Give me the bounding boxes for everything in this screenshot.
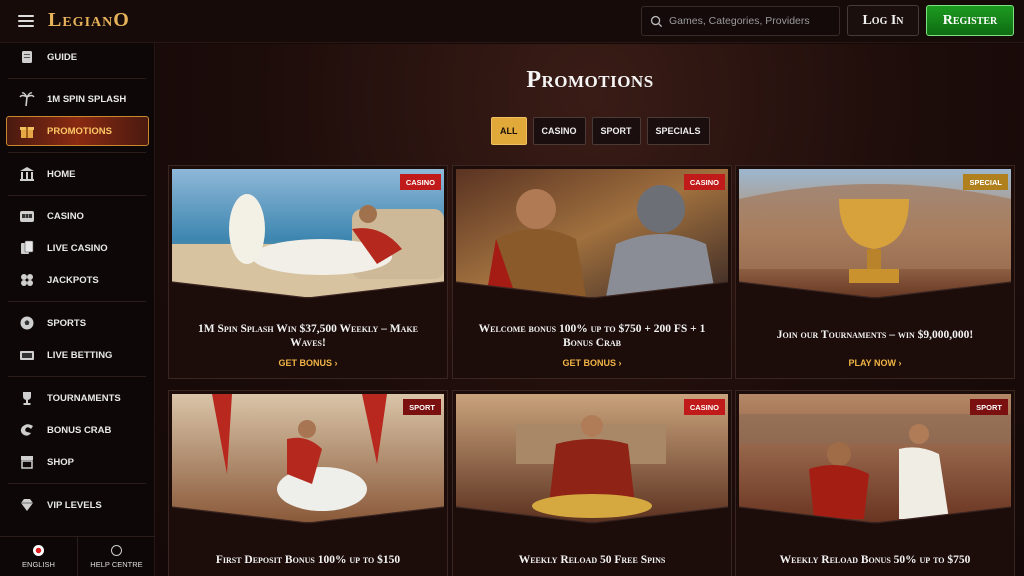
- sidebar-item-live-betting[interactable]: Live Betting: [0, 341, 155, 369]
- sidebar-item-sports[interactable]: Sports: [0, 309, 155, 337]
- search-input[interactable]: [669, 15, 834, 27]
- sidebar-footer: ENGLISH HELP CENTRE: [0, 536, 155, 576]
- sidebar-item-label: Guide: [47, 51, 78, 63]
- help-centre-button[interactable]: HELP CENTRE: [77, 537, 155, 576]
- sidebar-item-label: Bonus Crab: [47, 424, 112, 436]
- sidebar-divider: [8, 483, 146, 484]
- filter-specials[interactable]: SPECIALS: [646, 117, 710, 145]
- category-badge: SPORT: [403, 399, 441, 415]
- sidebar-item-jackpots[interactable]: Jackpots: [0, 266, 155, 294]
- brand-logo[interactable]: LegianO: [48, 9, 130, 32]
- category-badge: CASINO: [683, 399, 725, 415]
- sidebar-divider: [8, 195, 146, 196]
- sidebar-item-label: Shop: [47, 456, 74, 468]
- sidebar-item-label: Promotions: [47, 125, 112, 137]
- filter-tabs: ALL CASINO SPORT SPECIALS: [491, 117, 710, 145]
- sidebar-item-bonus-crab[interactable]: Bonus Crab: [0, 416, 155, 444]
- shop-icon: [18, 453, 36, 471]
- filter-sport[interactable]: SPORT: [591, 117, 641, 145]
- login-button[interactable]: Log In: [847, 5, 919, 36]
- promo-card[interactable]: CASINO 1M Spin Splash Win $37,500 Weekly…: [168, 165, 448, 379]
- sidebar-item-guide[interactable]: Guide: [0, 43, 155, 71]
- sidebar-item-label: Live Betting: [47, 349, 113, 361]
- filter-all[interactable]: ALL: [491, 117, 527, 145]
- card-divider-ornament: [456, 506, 728, 527]
- soccer-ball-icon: [18, 314, 36, 332]
- sidebar-divider: [8, 152, 146, 153]
- category-badge: CASINO: [399, 174, 441, 190]
- promo-card[interactable]: SPORT First Deposit Bonus 100% up to $15…: [168, 390, 448, 576]
- sidebar-item-promotions[interactable]: Promotions: [6, 116, 149, 146]
- slot-machine-icon: [18, 207, 36, 225]
- promo-title: Join our Tournaments – win $9,000,000!: [776, 329, 974, 341]
- sidebar: Guide 1M Spin Splash Promotions Home Cas…: [0, 43, 155, 576]
- help-label: HELP CENTRE: [90, 559, 143, 569]
- register-button[interactable]: Register: [926, 5, 1014, 36]
- card-divider-ornament: [172, 281, 444, 302]
- promo-title: First Deposit Bonus 100% up to $150: [215, 554, 401, 566]
- canada-flag-icon: [33, 544, 44, 556]
- trophy-icon: [18, 389, 36, 407]
- category-badge: CASINO: [683, 174, 725, 190]
- crab-claw-icon: [18, 421, 36, 439]
- sidebar-item-shop[interactable]: Shop: [0, 448, 155, 476]
- promo-card[interactable]: CASINO Weekly Reload 50 Free Spins: [452, 390, 732, 576]
- search-icon: [650, 15, 663, 27]
- clover-icon: [18, 271, 36, 289]
- get-bonus-link[interactable]: GET BONUS ›: [453, 358, 731, 368]
- sidebar-item-1m-spin-splash[interactable]: 1M Spin Splash: [0, 85, 155, 113]
- play-now-link[interactable]: PLAY NOW ›: [736, 358, 1014, 368]
- sidebar-item-label: VIP Levels: [47, 499, 102, 511]
- sidebar-item-live-casino[interactable]: Live Casino: [0, 234, 155, 262]
- promo-card[interactable]: SPECIAL Join our Tournaments – win $9,00…: [735, 165, 1015, 379]
- sidebar-item-label: 1M Spin Splash: [47, 93, 127, 105]
- live-tv-icon: [18, 346, 36, 364]
- sidebar-divider: [8, 78, 146, 79]
- sidebar-item-vip-levels[interactable]: VIP Levels: [0, 491, 155, 519]
- promo-title: 1M Spin Splash Win $37,500 Weekly – Make…: [197, 323, 419, 349]
- category-badge: SPECIAL: [963, 174, 1008, 190]
- card-divider-ornament: [739, 506, 1011, 527]
- sidebar-item-label: Home: [47, 168, 76, 180]
- filter-casino[interactable]: CASINO: [532, 117, 586, 145]
- hamburger-menu-icon[interactable]: [18, 15, 34, 27]
- sidebar-item-label: Sports: [47, 317, 87, 329]
- card-divider-ornament: [172, 506, 444, 527]
- sidebar-item-label: Jackpots: [47, 274, 99, 286]
- promo-card[interactable]: CASINO Welcome bonus 100% up to $750 + 2…: [452, 165, 732, 379]
- sidebar-item-label: Tournaments: [47, 392, 121, 404]
- card-divider-ornament: [456, 281, 728, 302]
- promo-card[interactable]: SPORT Weekly Reload Bonus 50% up to $750: [735, 390, 1015, 576]
- get-bonus-link[interactable]: GET BONUS ›: [169, 358, 447, 368]
- cards-icon: [18, 239, 36, 257]
- help-icon: [111, 544, 122, 556]
- sidebar-divider: [8, 301, 146, 302]
- sidebar-item-label: Casino: [47, 210, 84, 222]
- scroll-icon: [18, 48, 36, 66]
- main-content: Promotions ALL CASINO SPORT SPECIALS CAS…: [156, 44, 1024, 576]
- temple-icon: [18, 165, 36, 183]
- search-box[interactable]: [641, 6, 840, 36]
- sidebar-divider: [8, 376, 146, 377]
- card-divider-ornament: [739, 281, 1011, 302]
- promo-title: Weekly Reload Bonus 50% up to $750: [779, 554, 971, 566]
- sidebar-item-label: Live Casino: [47, 242, 108, 254]
- promo-title: Welcome bonus 100% up to $750 + 200 FS +…: [478, 323, 706, 349]
- language-button[interactable]: ENGLISH: [0, 537, 77, 576]
- sidebar-item-casino[interactable]: Casino: [0, 202, 155, 230]
- top-header: LegianO Log In Register: [0, 0, 1024, 43]
- sidebar-item-home[interactable]: Home: [0, 160, 155, 188]
- diamond-icon: [18, 496, 36, 514]
- page-title: Promotions: [526, 67, 654, 93]
- category-badge: SPORT: [970, 399, 1008, 415]
- promo-title: Weekly Reload 50 Free Spins: [518, 554, 666, 566]
- palm-tree-icon: [18, 90, 36, 108]
- sidebar-item-tournaments[interactable]: Tournaments: [0, 384, 155, 412]
- language-label: ENGLISH: [22, 559, 55, 569]
- gift-icon: [18, 122, 36, 140]
